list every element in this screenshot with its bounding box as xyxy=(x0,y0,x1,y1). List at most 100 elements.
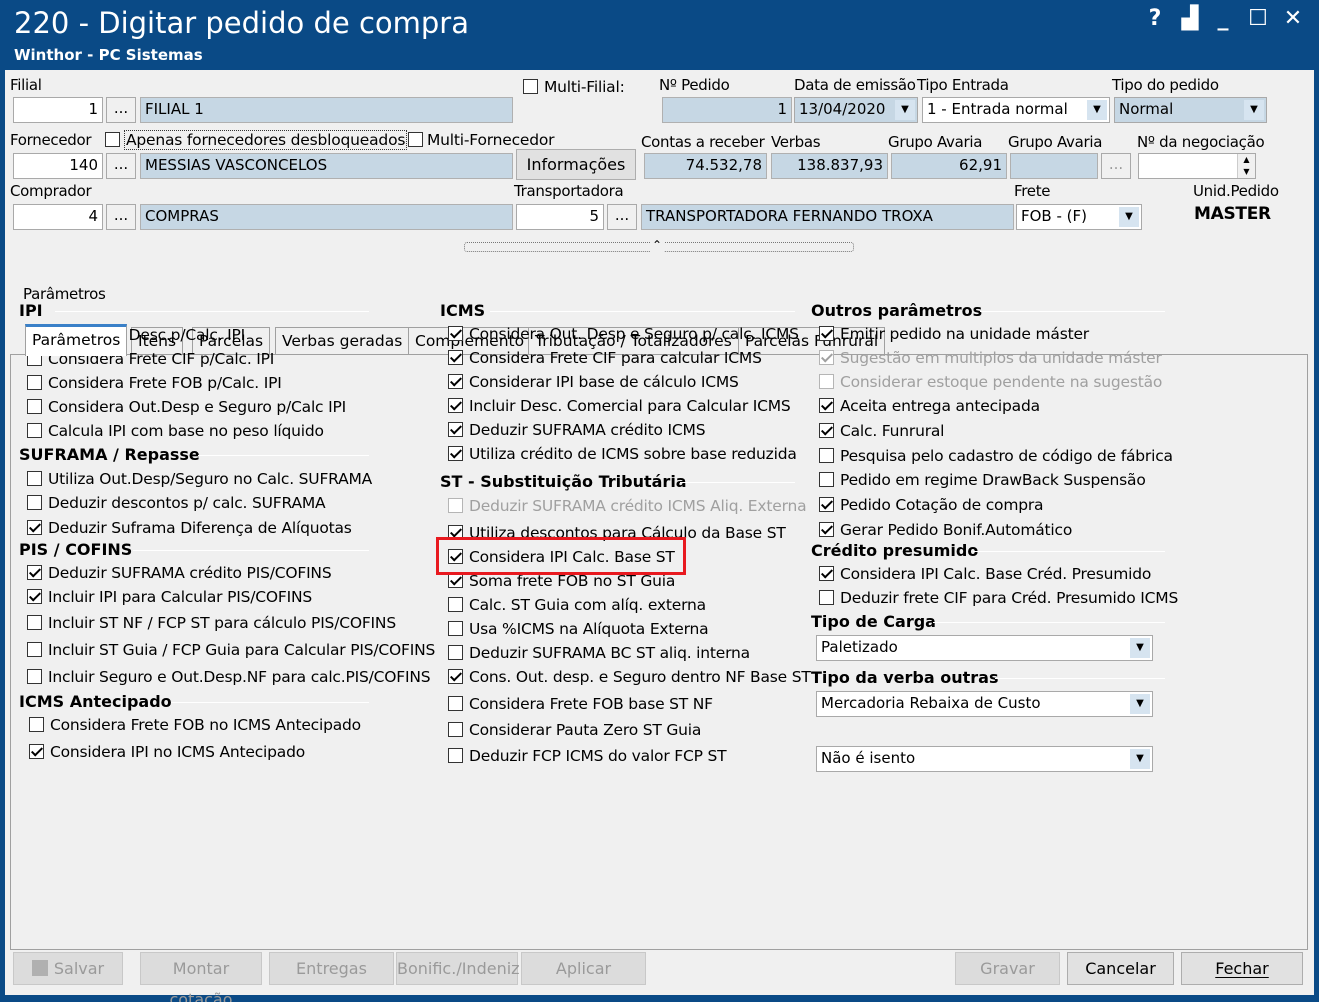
checkbox-box xyxy=(448,645,463,660)
emitir-pedido-na-unidade-master-checkbox[interactable]: Emitir pedido na unidade máster xyxy=(819,325,1089,343)
close-icon[interactable]: ✕ xyxy=(1278,6,1308,31)
help-icon[interactable]: ? xyxy=(1140,6,1170,31)
considera-out-desp-e-seguro-p-calc-icms-checkbox[interactable]: Considera Out. Desp e Seguro p/ calc. IC… xyxy=(448,325,799,343)
deduzir-suframa-credito-icms-aliq-extern-checkbox[interactable]: Deduzir SUFRAMA crédito ICMS Aliq. Exter… xyxy=(448,497,807,515)
bonific-button[interactable]: Bonific./Indeniz. xyxy=(396,952,525,985)
informacoes-button[interactable]: Informações xyxy=(516,149,636,180)
calc-st-guia-com-aliq-externa-checkbox[interactable]: Calc. ST Guia com alíq. externa xyxy=(448,596,706,614)
frete-select[interactable]: FOB - (F) ▼ xyxy=(1016,204,1142,230)
deduzir-suframa-credito-pis-cofins-checkbox[interactable]: Deduzir SUFRAMA crédito PIS/COFINS xyxy=(27,564,332,582)
negociacao-spinner[interactable]: ▲ ▼ xyxy=(1237,154,1255,178)
chevron-up-icon[interactable]: ⌃ xyxy=(650,238,665,252)
fornecedor-code-input[interactable]: 140 xyxy=(13,153,103,179)
multi-filial-checkbox[interactable]: Multi-Filial: xyxy=(523,78,625,96)
deduzir-suframa-bc-st-aliq-interna-checkbox[interactable]: Deduzir SUFRAMA BC ST aliq. interna xyxy=(448,644,750,662)
pedido-em-regime-drawback-suspensao-checkbox[interactable]: Pedido em regime DrawBack Suspensão xyxy=(819,471,1146,489)
emissao-date-picker[interactable]: 13/04/2020 ▼ xyxy=(794,97,918,123)
calc-funrural-checkbox[interactable]: Calc. Funrural xyxy=(819,422,944,440)
isento-select[interactable]: Não é isento ▼ xyxy=(816,746,1153,772)
checkbox-label: Pesquisa pelo cadastro de código de fábr… xyxy=(840,447,1173,465)
considera-frete-fob-no-icms-antecipado-checkbox[interactable]: Considera Frete FOB no ICMS Antecipado xyxy=(29,716,361,734)
montar-cotacao-button[interactable]: Montar cotação xyxy=(140,952,262,1002)
checkbox-box xyxy=(819,326,834,341)
aplicar-button[interactable]: Aplicar xyxy=(521,952,646,985)
deduzir-descontos-p-calc-suframa-checkbox[interactable]: Deduzir descontos p/ calc. SUFRAMA xyxy=(27,494,326,512)
incluir-desc-comercial-para-calcular-icm-checkbox[interactable]: Incluir Desc. Comercial para Calcular IC… xyxy=(448,397,791,415)
deduzir-frete-cif-para-cred-presumido-ic-checkbox[interactable]: Deduzir frete CIF para Créd. Presumido I… xyxy=(819,589,1178,607)
multi-filial-label: Multi-Filial: xyxy=(544,78,625,96)
usa-icms-na-aliquota-externa-checkbox[interactable]: Usa %ICMS na Alíquota Externa xyxy=(448,620,709,638)
considerar-pauta-zero-st-guia-checkbox[interactable]: Considerar Pauta Zero ST Guia xyxy=(448,721,701,739)
chevron-down-icon[interactable]: ▼ xyxy=(1119,207,1139,227)
grupo-avaria-lookup-button[interactable]: ... xyxy=(1101,153,1131,179)
gravar-button[interactable]: Gravar xyxy=(955,952,1060,985)
checkbox-box xyxy=(819,398,834,413)
tipo-pedido-select[interactable]: Normal ▼ xyxy=(1114,97,1267,123)
tipo-carga-select[interactable]: Paletizado ▼ xyxy=(816,635,1153,661)
fechar-button[interactable]: Fechar xyxy=(1181,952,1303,985)
considerar-estoque-pendente-na-sugestao-checkbox[interactable]: Considerar estoque pendente na sugestão xyxy=(819,373,1162,391)
tipo-verba-value: Mercadoria Rebaixa de Custo xyxy=(821,694,1041,712)
checkbox-label: Emitir pedido na unidade máster xyxy=(840,325,1089,343)
considera-out-desp-e-seguro-p-calc-ipi-checkbox[interactable]: Considera Out.Desp e Seguro p/Calc IPI xyxy=(27,398,346,416)
chevron-down-icon[interactable]: ▼ xyxy=(1130,694,1150,714)
multi-fornecedor-checkbox[interactable]: Multi-Fornecedor xyxy=(408,131,555,149)
tab-parametros[interactable]: Parâmetros xyxy=(25,324,128,356)
cons-out-desp-e-seguro-dentro-nf-base-st-checkbox[interactable]: Cons. Out. desp. e Seguro dentro NF Base… xyxy=(448,668,811,686)
incluir-st-guia-fcp-guia-para-calcular-p-checkbox[interactable]: Incluir ST Guia / FCP Guia para Calcular… xyxy=(27,641,435,659)
checkbox-label: Deduzir SUFRAMA crédito ICMS Aliq. Exter… xyxy=(469,497,807,515)
maximize-icon[interactable]: ☐ xyxy=(1243,6,1273,31)
transportadora-name-field: TRANSPORTADORA FERNANDO TROXA xyxy=(641,204,1014,230)
calcula-ipi-com-base-no-peso-liquido-checkbox[interactable]: Calcula IPI com base no peso líquido xyxy=(27,422,324,440)
filial-lookup-button[interactable]: ... xyxy=(106,97,136,123)
multi-fornecedor-label: Multi-Fornecedor xyxy=(427,131,555,149)
utiliza-credito-de-icms-sobre-base-reduz-checkbox[interactable]: Utiliza crédito de ICMS sobre base reduz… xyxy=(448,445,797,463)
aceita-entrega-antecipada-checkbox[interactable]: Aceita entrega antecipada xyxy=(819,397,1040,415)
considera-frete-fob-p-calc-ipi-checkbox[interactable]: Considera Frete FOB p/Calc. IPI xyxy=(27,374,282,392)
minimize-icon[interactable]: _ xyxy=(1208,6,1238,31)
filial-code-input[interactable]: 1 xyxy=(13,97,103,123)
chevron-down-icon[interactable]: ▼ xyxy=(1130,749,1150,769)
pesquisa-pelo-cadastro-de-codigo-de-fabr-checkbox[interactable]: Pesquisa pelo cadastro de código de fábr… xyxy=(819,447,1173,465)
utiliza-out-desp-seguro-no-calc-suframa-checkbox[interactable]: Utiliza Out.Desp/Seguro no Calc. SUFRAMA xyxy=(27,470,372,488)
incluir-seguro-e-out-desp-nf-para-calc-p-checkbox[interactable]: Incluir Seguro e Out.Desp.NF para calc.P… xyxy=(27,668,431,686)
pedido-number-field: 1 xyxy=(662,97,792,123)
chevron-down-icon[interactable]: ▼ xyxy=(895,100,915,120)
unid-pedido-label: Unid.Pedido xyxy=(1193,182,1279,200)
apenas-desbloqueados-checkbox[interactable]: Apenas fornecedores desbloqueados xyxy=(105,130,408,150)
tab-verbas-geradas[interactable]: Verbas geradas xyxy=(275,327,410,355)
deduzir-fcp-icms-do-valor-fcp-st-checkbox[interactable]: Deduzir FCP ICMS do valor FCP ST xyxy=(448,747,727,765)
considera-frete-fob-base-st-nf-checkbox[interactable]: Considera Frete FOB base ST NF xyxy=(448,695,713,713)
incluir-st-nf-fcp-st-para-calculo-pis-co-checkbox[interactable]: Incluir ST NF / FCP ST para cálculo PIS/… xyxy=(27,614,396,632)
chevron-down-icon[interactable]: ▼ xyxy=(1087,100,1107,120)
incluir-ipi-para-calcular-pis-cofins-checkbox[interactable]: Incluir IPI para Calcular PIS/COFINS xyxy=(27,588,312,606)
salvar-button[interactable]: Salvar xyxy=(13,952,123,985)
transportadora-code-input[interactable]: 5 xyxy=(516,204,604,230)
checkbox-box xyxy=(819,448,834,463)
comprador-lookup-button[interactable]: ... xyxy=(106,204,136,230)
considera-ipi-no-icms-antecipado-checkbox[interactable]: Considera IPI no ICMS Antecipado xyxy=(29,743,305,761)
pedido-cotacao-de-compra-checkbox[interactable]: Pedido Cotação de compra xyxy=(819,496,1044,514)
gerar-pedido-bonif-automatico-checkbox[interactable]: Gerar Pedido Bonif.Automático xyxy=(819,521,1072,539)
chevron-down-icon[interactable]: ▼ xyxy=(1130,638,1150,658)
fornecedor-lookup-button[interactable]: ... xyxy=(106,153,136,179)
deduzir-suframa-diferenca-de-aliquotas-checkbox[interactable]: Deduzir Suframa Diferença de Alíquotas xyxy=(27,519,352,537)
comprador-code-input[interactable]: 4 xyxy=(13,204,103,230)
checkbox-label: Calc. ST Guia com alíq. externa xyxy=(469,596,706,614)
sugestao-em-multiplos-da-unidade-master-checkbox[interactable]: Sugestão em multiplos da unidade máster xyxy=(819,349,1162,367)
tipo-verba-select[interactable]: Mercadoria Rebaixa de Custo ▼ xyxy=(816,691,1153,717)
icms-section-title: ICMS xyxy=(440,301,486,320)
tipo-entrada-value: 1 - Entrada normal xyxy=(927,100,1068,118)
cancelar-button[interactable]: Cancelar xyxy=(1067,952,1174,985)
checkbox-label: Incluir Desc. Comercial para Calcular IC… xyxy=(469,397,791,415)
deduzir-suframa-credito-icms-checkbox[interactable]: Deduzir SUFRAMA crédito ICMS xyxy=(448,421,706,439)
transportadora-lookup-button[interactable]: ... xyxy=(607,204,637,230)
chevron-down-icon[interactable]: ▼ xyxy=(1244,100,1264,120)
considera-frete-cif-para-calcular-icms-checkbox[interactable]: Considera Frete CIF para calcular ICMS xyxy=(448,349,762,367)
checkbox-box xyxy=(819,472,834,487)
considerar-ipi-base-de-calculo-icms-checkbox[interactable]: Considerar IPI base de cálculo ICMS xyxy=(448,373,739,391)
tipo-entrada-select[interactable]: 1 - Entrada normal ▼ xyxy=(922,97,1110,123)
entregas-button[interactable]: Entregas xyxy=(269,952,394,985)
restore-icon[interactable]: ▟ xyxy=(1175,6,1205,31)
considera-ipi-calc-base-cred-presumido-checkbox[interactable]: Considera IPI Calc. Base Créd. Presumido xyxy=(819,565,1151,583)
